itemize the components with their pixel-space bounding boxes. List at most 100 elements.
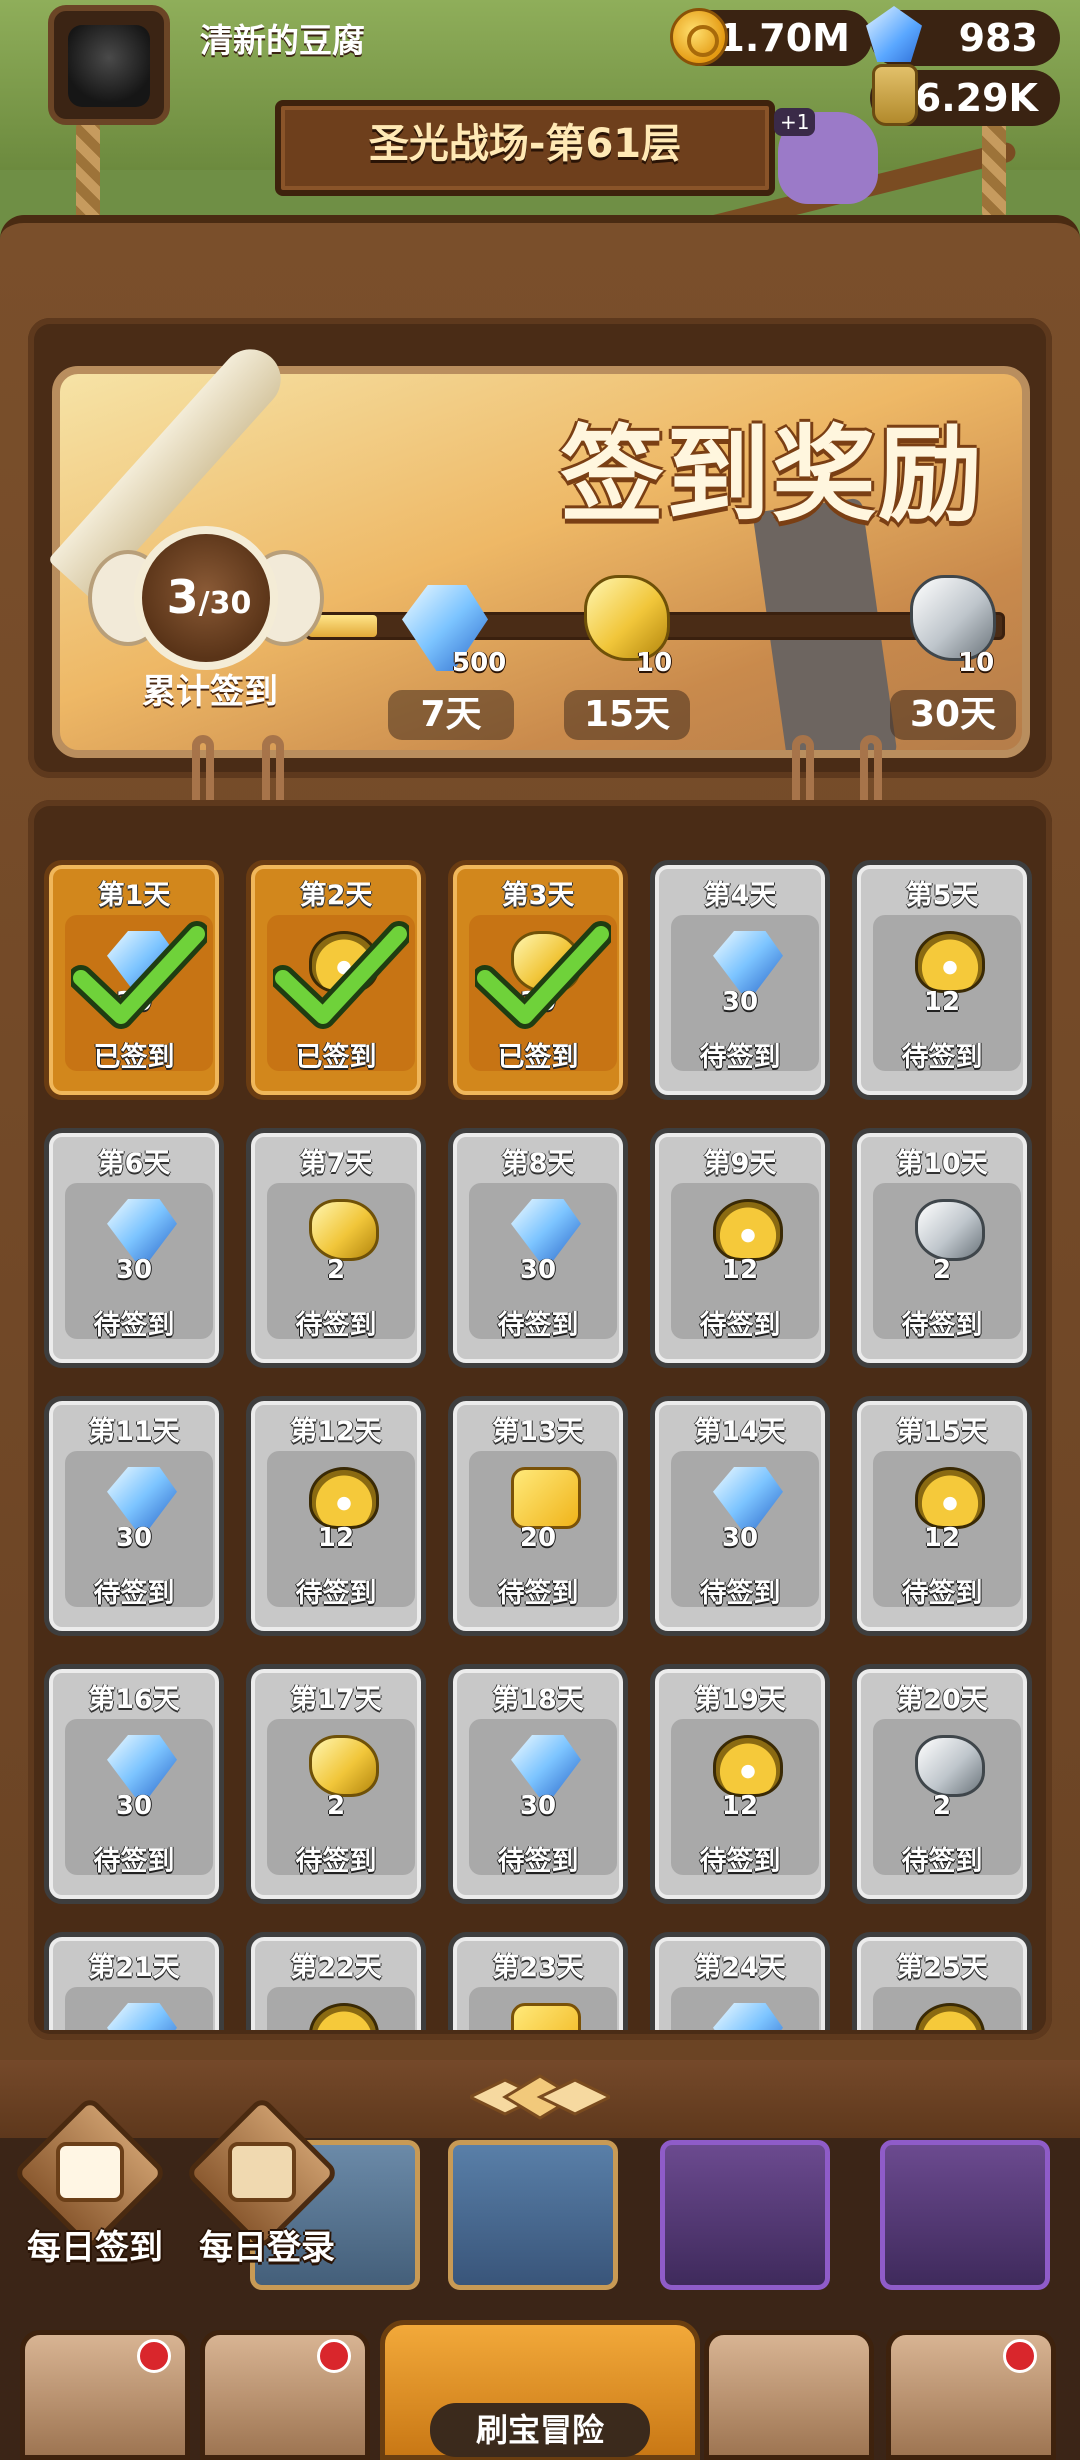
signin-reward-title: 签到奖励 <box>560 414 985 536</box>
day-label: 第14天 <box>694 1416 786 1447</box>
milestone-day: 30天 <box>890 690 1016 740</box>
day-cell[interactable]: 第15天 12 待签到 <box>852 1396 1032 1636</box>
day-label: 第24天 <box>694 1952 786 1983</box>
day-cell[interactable]: 第1天 30 已签到 <box>44 860 224 1100</box>
signin-status: 待签到 <box>901 1846 983 1877</box>
daily-login-button[interactable]: 每日登录 <box>172 2095 362 2270</box>
signin-status: 待签到 <box>497 1578 579 1609</box>
day-label: 第10天 <box>896 1148 988 1179</box>
day-cell[interactable]: 第25天 <box>852 1932 1032 2030</box>
day-label: 第23天 <box>492 1952 584 1983</box>
signin-status: 已签到 <box>93 1042 175 1073</box>
reward-qty: 12 <box>923 987 961 1017</box>
jar-icon <box>872 64 918 126</box>
reward-qty: 12 <box>721 1791 759 1821</box>
signin-status: 待签到 <box>901 1578 983 1609</box>
reward-qty: 30 <box>519 1791 557 1821</box>
notification-dot <box>137 2339 171 2373</box>
milestone-qty: 10 <box>958 648 995 678</box>
calendar-check-icon <box>56 2142 124 2202</box>
puzzle-icon <box>511 1467 581 1529</box>
notification-dot <box>317 2339 351 2373</box>
day-label: 第21天 <box>88 1952 180 1983</box>
reward-qty: 12 <box>317 1523 355 1553</box>
nav-forge-button[interactable] <box>886 2330 1056 2460</box>
signin-count: 3/30 <box>134 570 284 624</box>
day-cell[interactable]: 第3天 30 已签到 <box>448 860 628 1100</box>
day-grid[interactable]: 第1天 30 已签到 第2天 2 已签到 第3天 30 已签到 第4天 30 待签到 第5天 12 待签到第… <box>44 860 1036 2030</box>
cat-badge: +1 <box>774 108 816 136</box>
reward-qty: 12 <box>721 1255 759 1285</box>
hero-card[interactable] <box>880 2140 1050 2290</box>
silver-scroll-icon <box>915 1735 985 1797</box>
puzzle-icon <box>511 2003 581 2030</box>
milestone-day: 7天 <box>388 690 514 740</box>
day-label: 第25天 <box>896 1952 988 1983</box>
reward-qty: 30 <box>721 987 759 1017</box>
day-cell[interactable]: 第14天 30 待签到 <box>650 1396 830 1636</box>
hero-icon <box>713 1199 783 1261</box>
milestone-day: 15天 <box>564 690 690 740</box>
signin-status: 待签到 <box>699 1578 781 1609</box>
hero-card[interactable] <box>448 2140 618 2290</box>
day-cell[interactable]: 第7天 2 待签到 <box>246 1128 426 1368</box>
day-label: 第8天 <box>501 1148 575 1179</box>
hero-icon <box>915 1467 985 1529</box>
day-cell[interactable]: 第18天 30 待签到 <box>448 1664 628 1904</box>
reward-qty: 30 <box>115 1255 153 1285</box>
day-cell[interactable]: 第10天 2 待签到 <box>852 1128 1032 1368</box>
day-cell[interactable]: 第13天 20 待签到 <box>448 1396 628 1636</box>
reward-qty: 2 <box>932 1791 952 1821</box>
hero-card[interactable] <box>660 2140 830 2290</box>
day-cell[interactable]: 第5天 12 待签到 <box>852 860 1032 1100</box>
gold-scroll-icon <box>309 1199 379 1261</box>
day-label: 第11天 <box>88 1416 180 1447</box>
day-cell[interactable]: 第22天 <box>246 1932 426 2030</box>
signin-status: 待签到 <box>901 1310 983 1341</box>
signin-status: 待签到 <box>497 1310 579 1341</box>
nav-hero-button[interactable] <box>200 2330 370 2460</box>
day-cell[interactable]: 第21天 <box>44 1932 224 2030</box>
day-cell[interactable]: 第4天 30 待签到 <box>650 860 830 1100</box>
day-label: 第9天 <box>703 1148 777 1179</box>
silver-scroll-icon <box>915 1199 985 1261</box>
day-label: 第17天 <box>290 1684 382 1715</box>
player-avatar[interactable] <box>48 5 170 125</box>
collapse-arrow-icon[interactable] <box>470 2072 610 2122</box>
day-label: 第4天 <box>703 880 777 911</box>
day-cell[interactable]: 第6天 30 待签到 <box>44 1128 224 1368</box>
day-label: 第7天 <box>299 1148 373 1179</box>
signin-count-total: /30 <box>198 586 252 621</box>
day-label: 第18天 <box>492 1684 584 1715</box>
day-cell[interactable]: 第12天 12 待签到 <box>246 1396 426 1636</box>
notification-dot <box>1003 2339 1037 2373</box>
reward-qty: 2 <box>326 1791 346 1821</box>
day-cell[interactable]: 第23天 <box>448 1932 628 2030</box>
cat-pet-icon[interactable]: +1 <box>774 108 878 204</box>
signin-status: 待签到 <box>93 1846 175 1877</box>
nav-shop-button[interactable] <box>20 2330 190 2460</box>
nav-bag-button[interactable] <box>704 2330 874 2460</box>
day-cell[interactable]: 第16天 30 待签到 <box>44 1664 224 1904</box>
signin-count-value: 3 <box>166 570 199 624</box>
gold-scroll-icon <box>309 1735 379 1797</box>
signin-status: 待签到 <box>295 1846 377 1877</box>
signin-status: 已签到 <box>497 1042 579 1073</box>
day-cell[interactable]: 第11天 30 待签到 <box>44 1396 224 1636</box>
rope-right-decoration <box>982 120 1006 220</box>
day-cell[interactable]: 第9天 12 待签到 <box>650 1128 830 1368</box>
day-label: 第19天 <box>694 1684 786 1715</box>
day-label: 第12天 <box>290 1416 382 1447</box>
day-cell[interactable]: 第20天 2 待签到 <box>852 1664 1032 1904</box>
day-cell[interactable]: 第24天 <box>650 1932 830 2030</box>
day-cell[interactable]: 第17天 2 待签到 <box>246 1664 426 1904</box>
reward-qty: 20 <box>519 1523 557 1553</box>
checkmark-icon <box>475 921 611 1029</box>
day-cell[interactable]: 第2天 2 已签到 <box>246 860 426 1100</box>
day-cell[interactable]: 第19天 12 待签到 <box>650 1664 830 1904</box>
signin-status: 待签到 <box>699 1310 781 1341</box>
day-label: 第2天 <box>299 880 373 911</box>
day-cell[interactable]: 第8天 30 待签到 <box>448 1128 628 1368</box>
gold-coin-icon <box>670 8 728 66</box>
hero-icon <box>713 1735 783 1797</box>
